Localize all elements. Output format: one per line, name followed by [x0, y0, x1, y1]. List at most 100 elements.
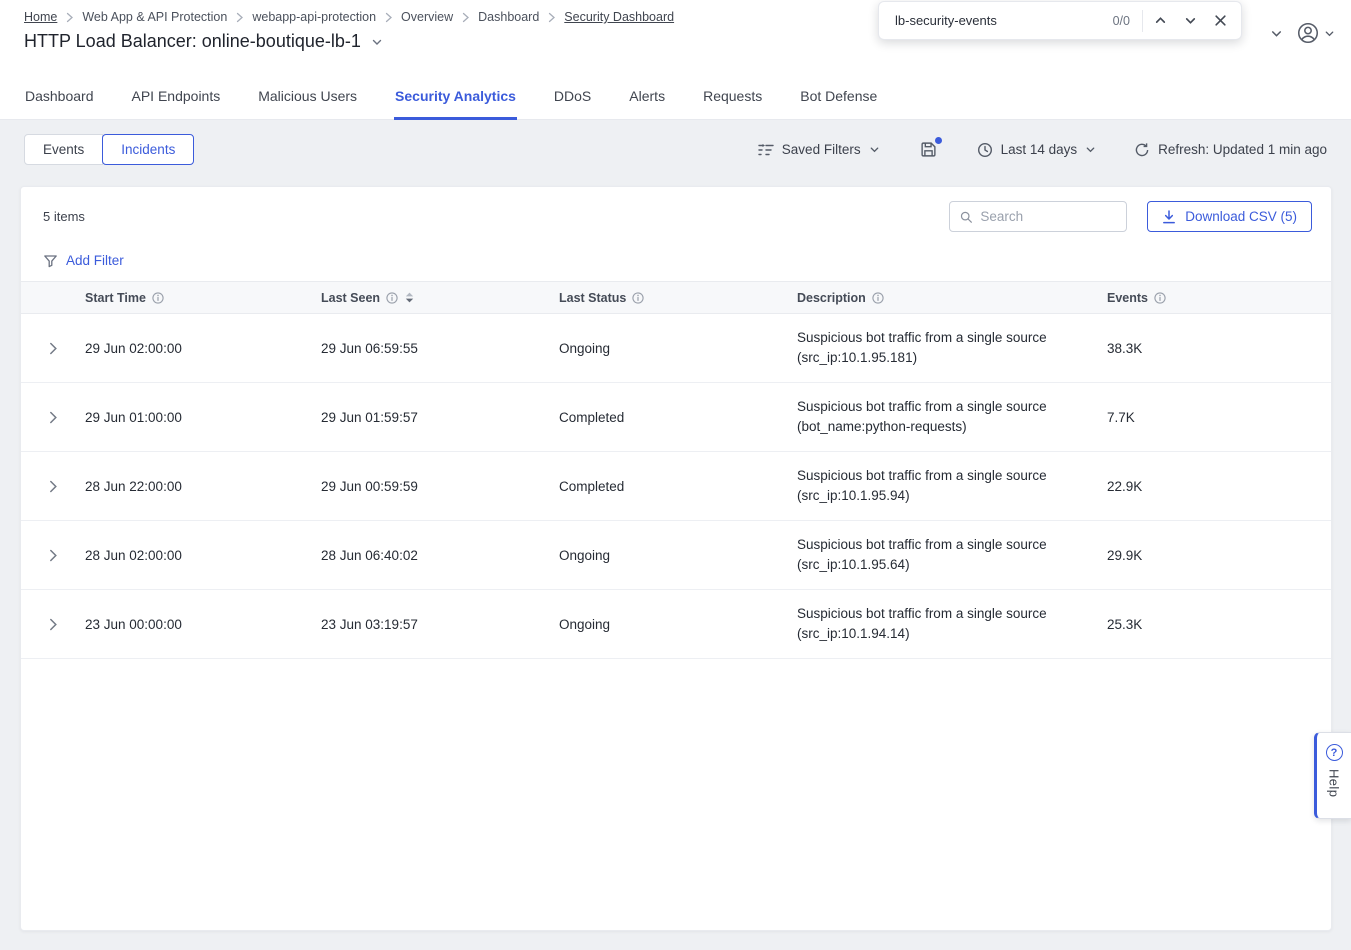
- info-icon[interactable]: [152, 292, 164, 304]
- tab-alerts[interactable]: Alerts: [628, 78, 666, 120]
- column-label: Last Seen: [321, 291, 380, 305]
- breadcrumb-item: webapp-api-protection: [252, 10, 376, 24]
- cell-start-time: 28 Jun 02:00:00: [85, 548, 321, 563]
- tab-bar: Dashboard API Endpoints Malicious Users …: [24, 78, 1327, 119]
- search-input[interactable]: [980, 209, 1116, 224]
- cell-last-seen: 29 Jun 06:59:55: [321, 341, 559, 356]
- saved-filters-label: Saved Filters: [782, 142, 861, 157]
- avatar-icon: [1297, 22, 1319, 44]
- save-filter-button[interactable]: [918, 139, 939, 160]
- info-icon[interactable]: [1154, 292, 1166, 304]
- find-next-button[interactable]: [1175, 6, 1205, 36]
- sort-icon[interactable]: [405, 292, 414, 303]
- tab-bot-defense[interactable]: Bot Defense: [799, 78, 878, 120]
- info-icon[interactable]: [872, 292, 884, 304]
- cell-events: 29.9K: [1107, 548, 1331, 563]
- row-expander[interactable]: [44, 337, 63, 360]
- tab-security-analytics[interactable]: Security Analytics: [394, 78, 517, 120]
- description-line: Suspicious bot traffic from a single sou…: [797, 466, 1081, 486]
- cell-start-time: 23 Jun 00:00:00: [85, 617, 321, 632]
- tab-requests[interactable]: Requests: [702, 78, 763, 120]
- items-count: 5 items: [43, 209, 85, 224]
- events-button[interactable]: Events: [24, 134, 103, 165]
- help-tab[interactable]: ? Help: [1314, 732, 1351, 819]
- breadcrumb-separator-icon: [385, 12, 392, 23]
- cell-last-status: Completed: [559, 410, 797, 425]
- row-expander[interactable]: [44, 544, 63, 567]
- cell-description: Suspicious bot traffic from a single sou…: [797, 328, 1107, 368]
- column-header-last-status[interactable]: Last Status: [559, 291, 797, 305]
- notification-dot: [935, 137, 942, 144]
- download-csv-button[interactable]: Download CSV (5): [1147, 201, 1312, 232]
- cell-description: Suspicious bot traffic from a single sou…: [797, 535, 1107, 575]
- chevron-right-icon: [49, 411, 58, 424]
- find-prev-button[interactable]: [1145, 6, 1175, 36]
- cell-events: 7.7K: [1107, 410, 1331, 425]
- view-toggle: Events Incidents: [24, 134, 194, 165]
- search-box: [949, 201, 1127, 232]
- tab-malicious-users[interactable]: Malicious Users: [257, 78, 358, 120]
- tab-ddos[interactable]: DDoS: [553, 78, 592, 120]
- time-range-dropdown[interactable]: Last 14 days: [977, 142, 1097, 158]
- breadcrumb-item[interactable]: Home: [24, 10, 57, 24]
- cell-events: 25.3K: [1107, 617, 1331, 632]
- table-row: 29 Jun 01:00:00 29 Jun 01:59:57 Complete…: [21, 383, 1331, 452]
- time-range-label: Last 14 days: [1001, 142, 1078, 157]
- row-expander[interactable]: [44, 475, 63, 498]
- cell-description: Suspicious bot traffic from a single sou…: [797, 397, 1107, 437]
- refresh-label: Refresh: Updated 1 min ago: [1158, 142, 1327, 157]
- chevron-down-icon: [1184, 14, 1197, 27]
- chevron-right-icon: [49, 618, 58, 631]
- funnel-icon: [43, 254, 58, 268]
- info-icon[interactable]: [632, 292, 644, 304]
- description-qualifier: (bot_name:python-requests): [797, 417, 1081, 437]
- refresh-button[interactable]: Refresh: Updated 1 min ago: [1134, 142, 1327, 158]
- cell-last-status: Ongoing: [559, 548, 797, 563]
- column-header-events[interactable]: Events: [1107, 291, 1331, 305]
- help-icon: ?: [1326, 744, 1343, 761]
- filter-lines-icon: [758, 143, 774, 157]
- add-filter-button[interactable]: Add Filter: [21, 232, 146, 281]
- search-icon: [960, 210, 972, 224]
- column-label: Events: [1107, 291, 1148, 305]
- header-actions: [1270, 22, 1335, 44]
- cell-description: Suspicious bot traffic from a single sou…: [797, 604, 1107, 644]
- info-icon[interactable]: [386, 292, 398, 304]
- chevron-right-icon: [49, 480, 58, 493]
- account-menu[interactable]: [1297, 22, 1335, 44]
- breadcrumb-separator-icon: [462, 12, 469, 23]
- breadcrumb-item[interactable]: Security Dashboard: [564, 10, 674, 24]
- find-counter: 0/0: [1113, 14, 1130, 28]
- find-close-button[interactable]: [1205, 6, 1235, 36]
- column-label: Last Status: [559, 291, 626, 305]
- column-header-last-seen[interactable]: Last Seen: [321, 291, 559, 305]
- cell-start-time: 29 Jun 02:00:00: [85, 341, 321, 356]
- header-dropdown-chevron-icon[interactable]: [1270, 27, 1283, 40]
- help-label: Help: [1327, 769, 1342, 797]
- description-qualifier: (src_ip:10.1.95.94): [797, 486, 1081, 506]
- title-chevron-icon[interactable]: [371, 36, 383, 48]
- breadcrumb-separator-icon: [236, 12, 243, 23]
- row-expander[interactable]: [44, 406, 63, 429]
- tab-api-endpoints[interactable]: API Endpoints: [131, 78, 222, 120]
- column-header-description[interactable]: Description: [797, 291, 1107, 305]
- add-filter-label: Add Filter: [66, 253, 124, 268]
- cell-last-seen: 29 Jun 01:59:57: [321, 410, 559, 425]
- table-row: 23 Jun 00:00:00 23 Jun 03:19:57 Ongoing …: [21, 590, 1331, 659]
- description-line: Suspicious bot traffic from a single sou…: [797, 397, 1081, 417]
- incidents-button[interactable]: Incidents: [102, 134, 194, 165]
- saved-filters-dropdown[interactable]: Saved Filters: [758, 142, 880, 157]
- description-line: Suspicious bot traffic from a single sou…: [797, 535, 1081, 555]
- find-input[interactable]: [895, 13, 1107, 28]
- row-expander[interactable]: [44, 613, 63, 636]
- breadcrumb-separator-icon: [548, 12, 555, 23]
- description-qualifier: (src_ip:10.1.94.14): [797, 624, 1081, 644]
- cell-last-status: Completed: [559, 479, 797, 494]
- chevron-down-icon: [1324, 28, 1335, 39]
- tab-dashboard[interactable]: Dashboard: [24, 78, 95, 120]
- save-icon: [920, 141, 937, 158]
- description-line: Suspicious bot traffic from a single sou…: [797, 328, 1081, 348]
- divider: [1142, 10, 1143, 32]
- cell-events: 38.3K: [1107, 341, 1331, 356]
- column-header-start-time[interactable]: Start Time: [85, 291, 321, 305]
